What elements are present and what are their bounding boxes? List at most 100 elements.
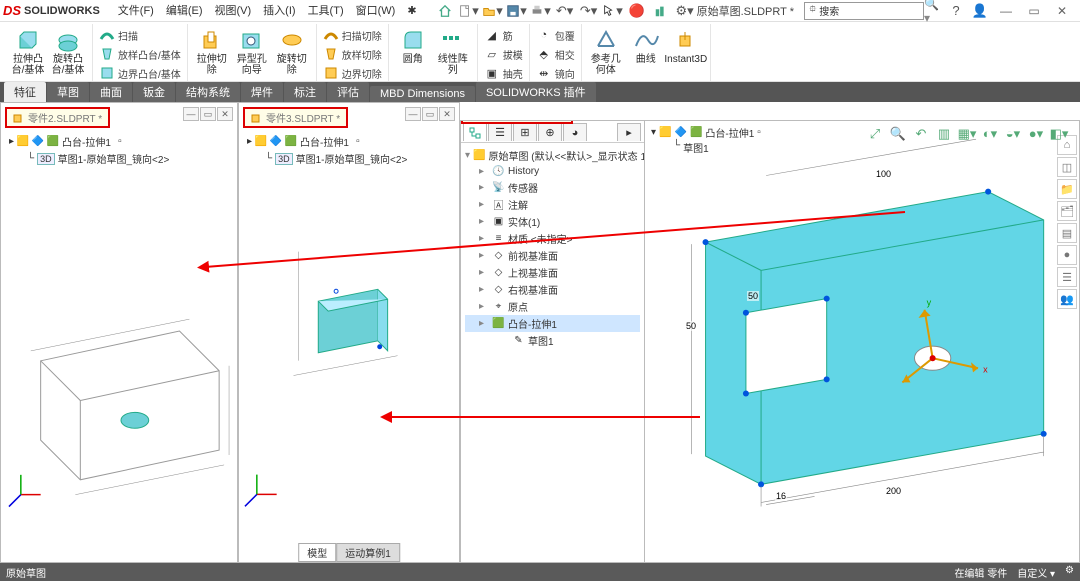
tab-structural[interactable]: 结构系统 xyxy=(176,82,240,102)
cmd-loft[interactable]: 放样凸台/基体 xyxy=(97,45,183,63)
cmd-instant3d[interactable]: Instant3D xyxy=(666,26,706,76)
tab-mbd[interactable]: MBD Dimensions xyxy=(370,86,475,102)
expand-icon[interactable]: ▸ xyxy=(479,166,489,177)
cmd-draft[interactable]: ▱拔模 xyxy=(482,45,525,63)
cmd-rib[interactable]: ◢筋 xyxy=(482,26,525,44)
menu-view[interactable]: 视图(V) xyxy=(209,0,258,22)
fm-tab-dim[interactable]: ⊕ xyxy=(538,123,562,141)
expand-icon[interactable]: ▸ xyxy=(479,318,489,329)
color-icon[interactable]: 🔴 xyxy=(626,1,648,21)
tab-weldment[interactable]: 焊件 xyxy=(241,82,283,102)
tab-dimension[interactable]: 标注 xyxy=(284,82,326,102)
cmd-revolve-boss[interactable]: 旋转凸 台/基体 xyxy=(48,26,88,76)
fm-item-5[interactable]: ▸◇前视基准面 xyxy=(465,247,640,264)
hide-icon[interactable]: ◧▾ xyxy=(1049,125,1069,143)
cmd-mirror[interactable]: ⇹镜向 xyxy=(534,64,577,82)
scene-icon[interactable]: ◒▾ xyxy=(1003,125,1023,143)
pane2-close[interactable]: ✕ xyxy=(439,107,455,121)
cmd-boundary[interactable]: 边界凸台/基体 xyxy=(97,64,183,82)
pane1-min[interactable]: — xyxy=(183,107,199,121)
menu-file[interactable]: 文件(F) xyxy=(112,0,160,22)
expand-icon[interactable]: ▸ xyxy=(479,250,489,261)
new-icon[interactable]: ▾ xyxy=(458,1,480,21)
expand-icon[interactable]: ▸ xyxy=(479,199,489,210)
cmd-linear-pattern[interactable]: 线性阵 列 xyxy=(433,26,473,76)
pane2-viewport[interactable] xyxy=(239,103,459,539)
cmd-shell[interactable]: ▣抽壳 xyxy=(482,64,525,82)
cmd-sweep[interactable]: 扫描 xyxy=(97,26,183,44)
tab-evaluate[interactable]: 评估 xyxy=(327,82,369,102)
expand-icon[interactable]: ▸ xyxy=(479,284,489,295)
cmd-cut-boundary[interactable]: 边界切除 xyxy=(321,64,384,82)
tab-features[interactable]: 特征 xyxy=(4,82,46,102)
pane1-viewport[interactable] xyxy=(1,103,237,539)
tab-sheetmetal[interactable]: 钣金 xyxy=(133,82,175,102)
user-icon[interactable]: 👤 xyxy=(969,1,991,21)
expand-icon[interactable]: ▸ xyxy=(479,182,489,193)
window-minimize[interactable]: — xyxy=(992,4,1020,18)
help-icon[interactable]: ? xyxy=(945,1,967,21)
fm-tab-tree[interactable] xyxy=(463,123,487,141)
gfx-tree-top[interactable]: ▾ 🟨 🔷 🟩 凸台-拉伸1 ▫ xyxy=(651,125,761,140)
fm-item-7[interactable]: ▸◇右视基准面 xyxy=(465,281,640,298)
pane2-title[interactable]: 零件3.SLDPRT * xyxy=(243,107,348,128)
collapse-icon[interactable]: ▾ xyxy=(465,150,470,161)
pane1-tree-top[interactable]: ▸ 🟨 🔷 🟩 凸台-拉伸1 ▫ xyxy=(9,133,169,150)
fm-item-8[interactable]: ▸⌖原点 xyxy=(465,298,640,315)
main-viewport[interactable]: x y xyxy=(645,121,1079,545)
cmd-cut-loft[interactable]: 放样切除 xyxy=(321,45,384,63)
expand-icon[interactable]: ▸ xyxy=(479,233,489,244)
fm-tab-property[interactable]: ☰ xyxy=(488,123,512,141)
pane1-max[interactable]: ▭ xyxy=(200,107,216,121)
orient-icon[interactable]: ▦▾ xyxy=(957,125,977,143)
pane1-close[interactable]: ✕ xyxy=(217,107,233,121)
fm-root[interactable]: ▾ 🟨 原始草图 (默认<<默认>_显示状态 1>) xyxy=(465,147,640,164)
status-custom[interactable]: 自定义 ▾ xyxy=(1017,565,1055,580)
prev-view-icon[interactable]: ↶ xyxy=(911,125,931,143)
cmd-wrap[interactable]: ◔包覆 xyxy=(534,26,577,44)
fm-item-9[interactable]: ▸🟩凸台-拉伸1 xyxy=(465,315,640,332)
cmd-cut-revolve[interactable]: 旋转切 除 xyxy=(272,26,312,76)
fm-item-10[interactable]: ✎草图1 xyxy=(465,332,640,349)
pane2-min[interactable]: — xyxy=(405,107,421,121)
gfx-tree-sub[interactable]: └ 草图1 xyxy=(651,140,761,155)
tab-sketch[interactable]: 草图 xyxy=(47,82,89,102)
status-gear-icon[interactable]: ⚙ xyxy=(1065,565,1074,580)
zoom-area-icon[interactable]: 🔍 xyxy=(888,125,908,143)
pane2-tree-sub[interactable]: └ 3D 草图1-原始草图_镜向<2> xyxy=(247,150,407,167)
cmd-hole-wizard[interactable]: 异型孔 向导 xyxy=(232,26,272,76)
cmd-cut-extrude[interactable]: 拉伸切 除 xyxy=(192,26,232,76)
save-icon[interactable]: ▾ xyxy=(506,1,528,21)
pane1-title[interactable]: 零件2.SLDPRT * xyxy=(5,107,110,128)
appear-icon[interactable]: ●▾ xyxy=(1026,125,1046,143)
window-close[interactable]: ✕ xyxy=(1048,4,1076,18)
tab-addins[interactable]: SOLIDWORKS 插件 xyxy=(476,82,596,102)
redo-icon[interactable]: ↷▾ xyxy=(578,1,600,21)
fm-tab-config[interactable]: ⊞ xyxy=(513,123,537,141)
pane2-tree-top[interactable]: ▸ 🟨 🔷 🟩 凸台-拉伸1 ▫ xyxy=(247,133,407,150)
cmd-ref-geom[interactable]: 参考几 何体 xyxy=(586,26,626,76)
open-icon[interactable]: ▾ xyxy=(482,1,504,21)
zoom-fit-icon[interactable]: ⤢ xyxy=(865,125,885,143)
cmd-intersect[interactable]: ⬘相交 xyxy=(534,45,577,63)
cmd-curves[interactable]: 曲线 xyxy=(626,26,666,76)
select-icon[interactable]: ▾ xyxy=(602,1,624,21)
pane2-max[interactable]: ▭ xyxy=(422,107,438,121)
expand-icon[interactable]: ▸ xyxy=(479,267,489,278)
btab-motion[interactable]: 运动算例1 xyxy=(336,543,400,562)
style-icon[interactable]: ◐▾ xyxy=(980,125,1000,143)
fm-item-6[interactable]: ▸◇上视基准面 xyxy=(465,264,640,281)
menu-star[interactable]: ✱ xyxy=(401,0,422,22)
pane1-tree-sub[interactable]: └ 3D 草图1-原始草图_镜向<2> xyxy=(9,150,169,167)
cmd-fillet[interactable]: 圆角 xyxy=(393,26,433,76)
menu-insert[interactable]: 插入(I) xyxy=(257,0,301,22)
undo-icon[interactable]: ↶▾ xyxy=(554,1,576,21)
fm-item-0[interactable]: ▸🕓History xyxy=(465,164,640,179)
graphics-area[interactable]: ⤢ 🔍 ↶ ▥ ▦▾ ◐▾ ◒▾ ●▾ ◧▾ ▾ 🟨 🔷 🟩 xyxy=(645,121,1079,562)
menu-window[interactable]: 窗口(W) xyxy=(350,0,402,22)
fm-item-4[interactable]: ▸≡材质 <未指定> xyxy=(465,230,640,247)
fm-item-2[interactable]: ▸🄰注解 xyxy=(465,196,640,213)
rebuild-icon[interactable] xyxy=(650,1,672,21)
cmd-cut-sweep[interactable]: 扫描切除 xyxy=(321,26,384,44)
tab-surface[interactable]: 曲面 xyxy=(90,82,132,102)
